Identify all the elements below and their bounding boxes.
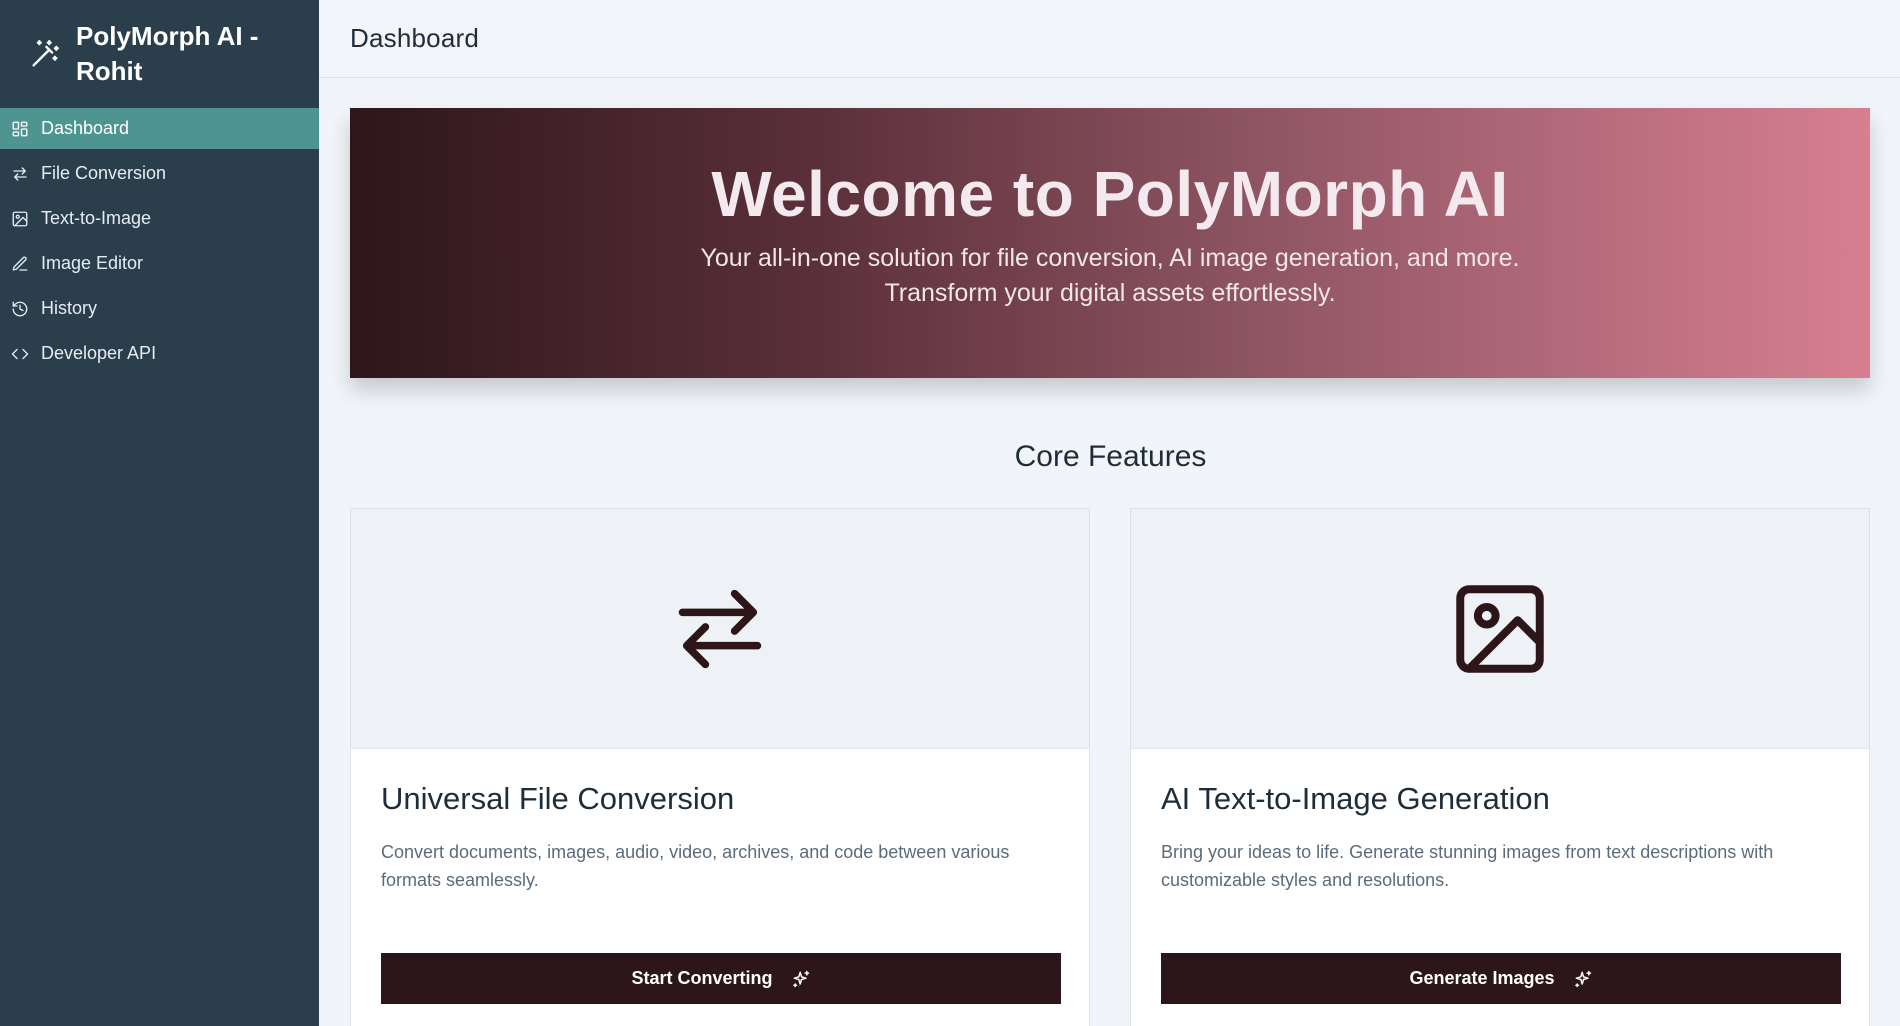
start-converting-button[interactable]: Start Converting (381, 953, 1061, 1004)
dashboard-content: Welcome to PolyMorph AI Your all-in-one … (319, 78, 1900, 1026)
sidebar-item-dashboard[interactable]: Dashboard (0, 108, 319, 149)
main-content: Dashboard Welcome to PolyMorph AI Your a… (319, 0, 1900, 1026)
hero-title: Welcome to PolyMorph AI (711, 158, 1509, 230)
pen-icon (12, 256, 28, 271)
sidebar-item-label: File Conversion (41, 163, 167, 183)
sidebar-item-label: Developer API (41, 343, 157, 363)
feature-card-file-conversion: Universal File Conversion Convert docume… (350, 508, 1090, 1026)
swap-arrows-icon (13, 166, 27, 181)
sparkles-icon (792, 970, 809, 987)
card-body: AI Text-to-Image Generation Bring your i… (1131, 749, 1869, 1004)
brand[interactable]: PolyMorph AI - Rohit (0, 0, 319, 106)
magic-wand-icon (32, 40, 59, 67)
feature-cards: Universal File Conversion Convert docume… (350, 508, 1870, 1026)
section-title: Core Features (1014, 440, 1207, 473)
card-media (351, 509, 1089, 749)
hero-subtitle: Your all-in-one solution for file conver… (700, 244, 1520, 307)
sidebar-item-developer-api[interactable]: Developer API (0, 333, 319, 374)
feature-card-text-to-image: AI Text-to-Image Generation Bring your i… (1130, 508, 1870, 1026)
sidebar-item-label: History (41, 298, 98, 318)
card-description: Bring your ideas to life. Generate stunn… (1161, 842, 1774, 890)
card-title: AI Text-to-Image Generation (1161, 781, 1550, 816)
topbar: Dashboard (319, 0, 1900, 78)
history-icon (12, 301, 28, 316)
dashboard-icon (12, 121, 28, 136)
sidebar-item-file-conversion[interactable]: File Conversion (0, 153, 319, 194)
sidebar: PolyMorph AI - Rohit Dashboard File Conv… (0, 0, 319, 1026)
card-body: Universal File Conversion Convert docume… (351, 749, 1089, 1004)
brand-title: PolyMorph AI - Rohit (76, 20, 259, 86)
button-label: Start Converting (631, 968, 773, 988)
page-title: Dashboard (350, 23, 479, 53)
hero-banner: Welcome to PolyMorph AI Your all-in-one … (350, 108, 1870, 378)
generate-images-button[interactable]: Generate Images (1161, 953, 1841, 1004)
card-title: Universal File Conversion (381, 781, 735, 816)
image-icon (1456, 584, 1544, 673)
card-media (1131, 509, 1869, 749)
sidebar-item-text-to-image[interactable]: Text-to-Image (0, 198, 319, 239)
app: PolyMorph AI - Rohit Dashboard File Conv… (0, 0, 1900, 1026)
sidebar-item-label: Image Editor (41, 253, 144, 273)
swap-arrows-icon (678, 589, 762, 668)
sidebar-item-label: Text-to-Image (41, 208, 152, 228)
image-icon (12, 211, 28, 226)
sidebar-nav: Dashboard File Conversion Text-to-Image … (0, 108, 319, 374)
code-icon (11, 348, 29, 359)
sidebar-item-image-editor[interactable]: Image Editor (0, 243, 319, 284)
sparkles-icon (1574, 970, 1591, 987)
sidebar-item-label: Dashboard (41, 118, 130, 138)
sidebar-item-history[interactable]: History (0, 288, 319, 329)
button-label: Generate Images (1409, 968, 1555, 988)
card-description: Convert documents, images, audio, video,… (381, 842, 1010, 890)
